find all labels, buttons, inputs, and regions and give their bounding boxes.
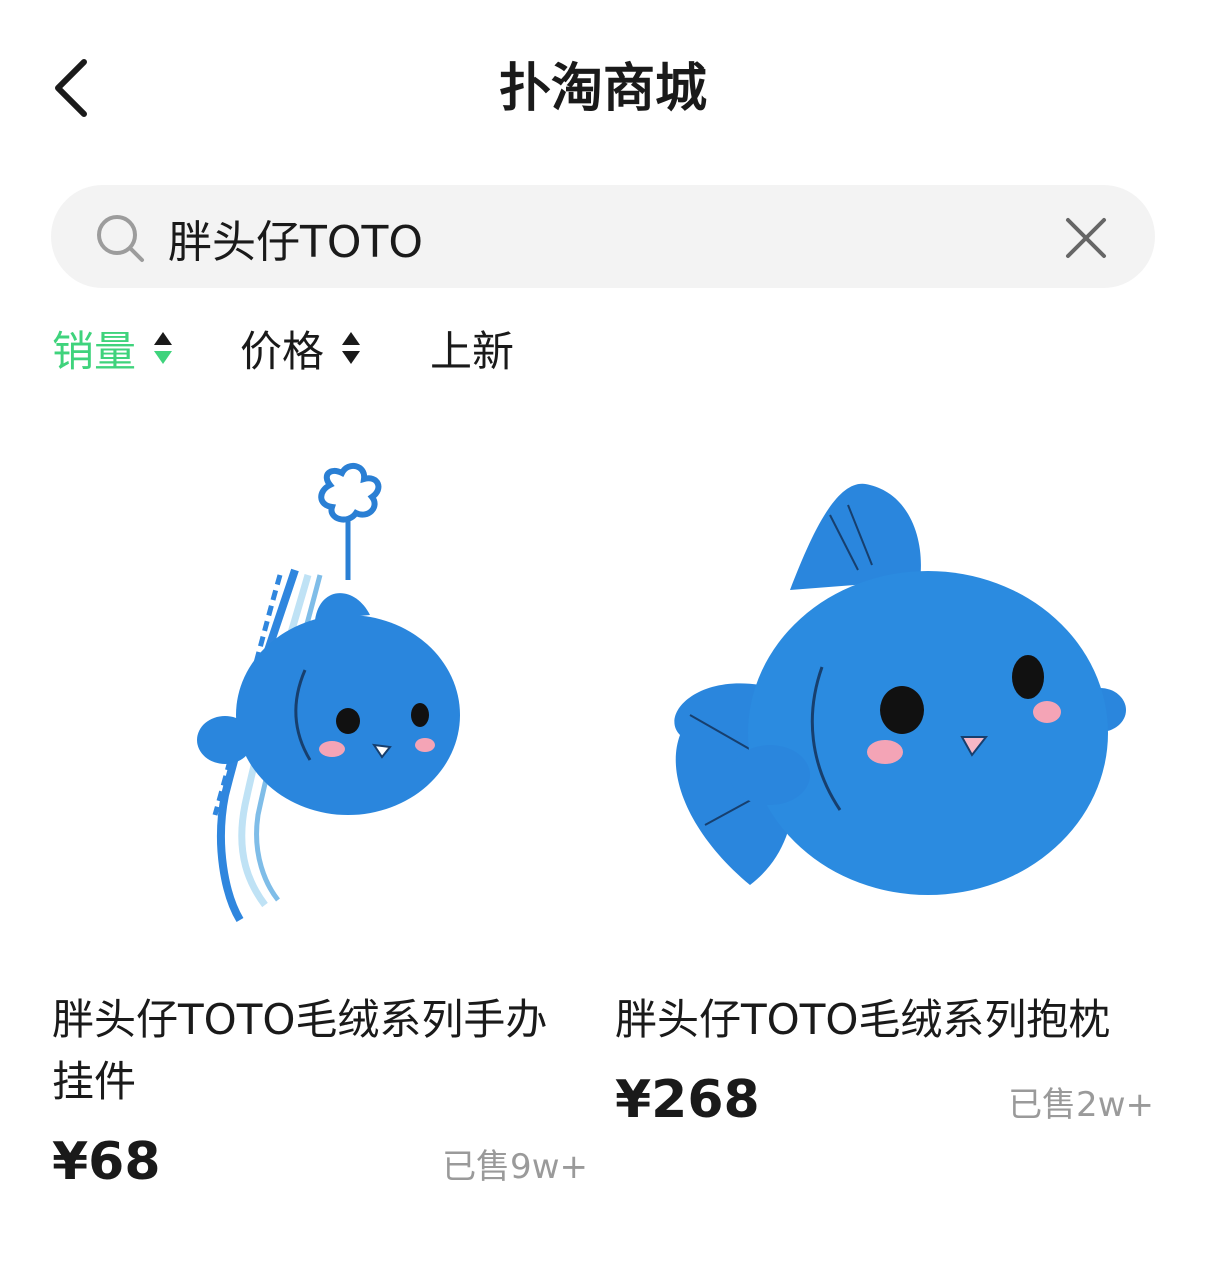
top-bar: 扑淘商城 (0, 0, 1206, 180)
product-card[interactable]: 胖头仔TOTO毛绒系列手办 挂件 ¥68 已售9w+ (30, 415, 588, 1192)
sort-tab-new[interactable]: 上新 (430, 318, 514, 378)
sort-tab-sales[interactable]: 销量 (52, 318, 174, 378)
product-title-line2: 挂件 (52, 1057, 137, 1106)
product-title-line1: 胖头仔TOTO毛绒系列抱枕 (615, 995, 1111, 1044)
product-sold-count: 已售2w+ (1008, 1085, 1154, 1125)
product-sold-count: 已售9w+ (442, 1147, 588, 1187)
search-icon (97, 215, 144, 262)
product-image-pillow (674, 483, 1126, 895)
clear-search-button[interactable] (1060, 212, 1112, 264)
sort-tab-label: 销量 (52, 326, 137, 376)
product-title-line1: 胖头仔TOTO毛绒系列手办 (52, 995, 548, 1044)
product-card[interactable]: 胖头仔TOTO毛绒系列抱枕 ¥268 已售2w+ (610, 415, 1160, 1130)
product-image-keychain (197, 462, 460, 923)
sort-arrows-icon (342, 332, 361, 364)
close-icon (1066, 218, 1106, 258)
sort-tab-label: 价格 (240, 326, 325, 376)
product-price: ¥68 (52, 1132, 161, 1192)
product-price: ¥268 (615, 1070, 760, 1130)
sort-tab-price[interactable]: 价格 (240, 318, 362, 378)
sort-arrows-icon (154, 332, 173, 364)
sort-tab-label: 上新 (430, 326, 515, 376)
search-input[interactable] (168, 205, 1028, 271)
page-title: 扑淘商城 (498, 59, 707, 119)
